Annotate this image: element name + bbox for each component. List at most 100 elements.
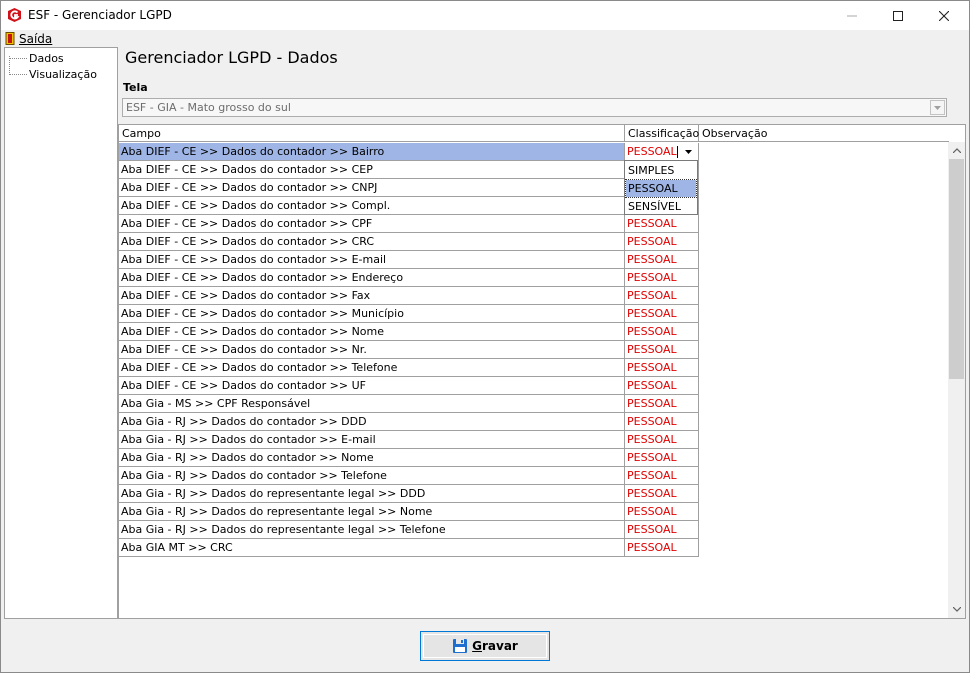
cell-campo[interactable]: Aba DIEF - CE >> Dados do contador >> Fa…: [119, 287, 625, 305]
cell-observacao[interactable]: [699, 179, 948, 197]
cell-classificacao[interactable]: PESSOAL: [625, 467, 699, 485]
cell-observacao[interactable]: [699, 503, 948, 521]
cell-campo[interactable]: Aba Gia - RJ >> Dados do contador >> DDD: [119, 413, 625, 431]
cell-campo[interactable]: Aba Gia - MS >> CPF Responsável: [119, 395, 625, 413]
title-bar[interactable]: ESF - Gerenciador LGPD: [1, 1, 969, 30]
table-row[interactable]: Aba Gia - RJ >> Dados do contador >> E-m…: [119, 431, 948, 449]
minimize-button[interactable]: [829, 1, 875, 30]
cell-classificacao[interactable]: PESSOAL: [625, 485, 699, 503]
cell-observacao[interactable]: [699, 431, 948, 449]
table-row[interactable]: Aba Gia - RJ >> Dados do representante l…: [119, 503, 948, 521]
option-pessoal[interactable]: PESSOAL: [625, 179, 697, 198]
table-row[interactable]: Aba Gia - RJ >> Dados do contador >> Nom…: [119, 449, 948, 467]
cell-campo[interactable]: Aba Gia - RJ >> Dados do representante l…: [119, 503, 625, 521]
table-row[interactable]: Aba DIEF - CE >> Dados do contador >> Nr…: [119, 341, 948, 359]
cell-campo[interactable]: Aba DIEF - CE >> Dados do contador >> CE…: [119, 161, 625, 179]
tela-select-dropdown-button[interactable]: [930, 100, 945, 115]
column-header-classificacao[interactable]: Classificação: [625, 125, 699, 142]
cell-classificacao[interactable]: PESSOAL: [625, 215, 699, 233]
cell-classificacao[interactable]: PESSOAL: [625, 521, 699, 539]
cell-campo[interactable]: Aba DIEF - CE >> Dados do contador >> CR…: [119, 233, 625, 251]
cell-observacao[interactable]: [699, 377, 948, 395]
option-sensivel[interactable]: SENSÍVEL: [626, 198, 696, 215]
table-row[interactable]: Aba GIA MT >> CRC PESSOAL: [119, 539, 948, 557]
cell-observacao[interactable]: [699, 143, 948, 161]
cell-campo[interactable]: Aba Gia - RJ >> Dados do representante l…: [119, 485, 625, 503]
save-button[interactable]: Gravar: [420, 631, 550, 661]
cell-observacao[interactable]: [699, 449, 948, 467]
cell-observacao[interactable]: [699, 539, 948, 557]
close-button[interactable]: [921, 1, 967, 30]
cell-campo[interactable]: Aba Gia - RJ >> Dados do representante l…: [119, 521, 625, 539]
cell-campo[interactable]: Aba DIEF - CE >> Dados do contador >> En…: [119, 269, 625, 287]
table-row[interactable]: Aba Gia - RJ >> Dados do contador >> DDD…: [119, 413, 948, 431]
cell-classificacao[interactable]: PESSOAL: [625, 413, 699, 431]
cell-campo[interactable]: Aba DIEF - CE >> Dados do contador >> CN…: [119, 179, 625, 197]
table-row[interactable]: Aba DIEF - CE >> Dados do contador >> En…: [119, 269, 948, 287]
table-row[interactable]: Aba DIEF - CE >> Dados do contador >> No…: [119, 323, 948, 341]
cell-classificacao[interactable]: PESSOAL: [625, 377, 699, 395]
table-row[interactable]: Aba Gia - RJ >> Dados do representante l…: [119, 521, 948, 539]
cell-observacao[interactable]: [699, 161, 948, 179]
table-row[interactable]: Aba DIEF - CE >> Dados do contador >> CR…: [119, 233, 948, 251]
cell-observacao[interactable]: [699, 359, 948, 377]
cell-observacao[interactable]: [699, 305, 948, 323]
cell-classificacao[interactable]: PESSOAL: [625, 305, 699, 323]
cell-campo[interactable]: Aba Gia - RJ >> Dados do contador >> E-m…: [119, 431, 625, 449]
scroll-thumb[interactable]: [949, 159, 964, 379]
cell-campo[interactable]: Aba DIEF - CE >> Dados do contador >> No…: [119, 323, 625, 341]
cell-classificacao[interactable]: PESSOAL: [625, 359, 699, 377]
cell-observacao[interactable]: [699, 251, 948, 269]
cell-classificacao[interactable]: PESSOAL: [625, 431, 699, 449]
column-header-observacao[interactable]: Observação: [699, 125, 949, 142]
cell-campo[interactable]: Aba DIEF - CE >> Dados do contador >> Nr…: [119, 341, 625, 359]
maximize-button[interactable]: [875, 1, 921, 30]
table-row[interactable]: Aba DIEF - CE >> Dados do contador >> Ba…: [119, 143, 948, 161]
table-row[interactable]: Aba DIEF - CE >> Dados do contador >> UF…: [119, 377, 948, 395]
table-row[interactable]: Aba DIEF - CE >> Dados do contador >> Mu…: [119, 305, 948, 323]
cell-classificacao[interactable]: PESSOAL: [625, 269, 699, 287]
cell-observacao[interactable]: [699, 341, 948, 359]
cell-campo[interactable]: Aba GIA MT >> CRC: [119, 539, 625, 557]
cell-campo[interactable]: Aba DIEF - CE >> Dados do contador >> Co…: [119, 197, 625, 215]
cell-classificacao[interactable]: PESSOAL: [625, 143, 699, 161]
cell-campo[interactable]: Aba DIEF - CE >> Dados do contador >> E-…: [119, 251, 625, 269]
table-row[interactable]: Aba DIEF - CE >> Dados do contador >> Co…: [119, 197, 948, 215]
cell-observacao[interactable]: [699, 215, 948, 233]
table-row[interactable]: Aba DIEF - CE >> Dados do contador >> CE…: [119, 161, 948, 179]
table-row[interactable]: Aba Gia - RJ >> Dados do contador >> Tel…: [119, 467, 948, 485]
tela-select[interactable]: ESF - GIA - Mato grosso do sul: [122, 98, 947, 117]
cell-classificacao[interactable]: PESSOAL: [625, 395, 699, 413]
table-row[interactable]: Aba DIEF - CE >> Dados do contador >> CP…: [119, 215, 948, 233]
table-row[interactable]: Aba DIEF - CE >> Dados do contador >> CN…: [119, 179, 948, 197]
table-row[interactable]: Aba Gia - MS >> CPF Responsável PESSOAL: [119, 395, 948, 413]
cell-campo[interactable]: Aba DIEF - CE >> Dados do contador >> UF: [119, 377, 625, 395]
cell-classificacao[interactable]: PESSOAL: [625, 503, 699, 521]
cell-classificacao[interactable]: PESSOAL: [625, 323, 699, 341]
table-row[interactable]: Aba Gia - RJ >> Dados do representante l…: [119, 485, 948, 503]
option-simples[interactable]: SIMPLES: [626, 162, 696, 179]
cell-campo[interactable]: Aba DIEF - CE >> Dados do contador >> CP…: [119, 215, 625, 233]
vertical-scrollbar[interactable]: [948, 142, 965, 618]
table-row[interactable]: Aba DIEF - CE >> Dados do contador >> E-…: [119, 251, 948, 269]
cell-observacao[interactable]: [699, 485, 948, 503]
cell-observacao[interactable]: [699, 467, 948, 485]
cell-classificacao[interactable]: PESSOAL: [625, 341, 699, 359]
column-header-campo[interactable]: Campo: [119, 125, 625, 142]
classification-dropdown-button[interactable]: [680, 144, 696, 159]
cell-observacao[interactable]: [699, 521, 948, 539]
cell-classificacao[interactable]: PESSOAL: [625, 449, 699, 467]
cell-classificacao[interactable]: PESSOAL: [625, 233, 699, 251]
cell-campo[interactable]: Aba DIEF - CE >> Dados do contador >> Mu…: [119, 305, 625, 323]
cell-observacao[interactable]: [699, 269, 948, 287]
cell-observacao[interactable]: [699, 413, 948, 431]
menu-exit[interactable]: Saída: [5, 30, 52, 47]
scroll-up-button[interactable]: [948, 142, 965, 159]
scroll-down-button[interactable]: [948, 601, 965, 618]
cell-campo[interactable]: Aba Gia - RJ >> Dados do contador >> Tel…: [119, 467, 625, 485]
cell-observacao[interactable]: [699, 395, 948, 413]
cell-campo[interactable]: Aba DIEF - CE >> Dados do contador >> Te…: [119, 359, 625, 377]
cell-classificacao[interactable]: PESSOAL: [625, 251, 699, 269]
cell-classificacao[interactable]: PESSOAL: [625, 287, 699, 305]
table-row[interactable]: Aba DIEF - CE >> Dados do contador >> Fa…: [119, 287, 948, 305]
